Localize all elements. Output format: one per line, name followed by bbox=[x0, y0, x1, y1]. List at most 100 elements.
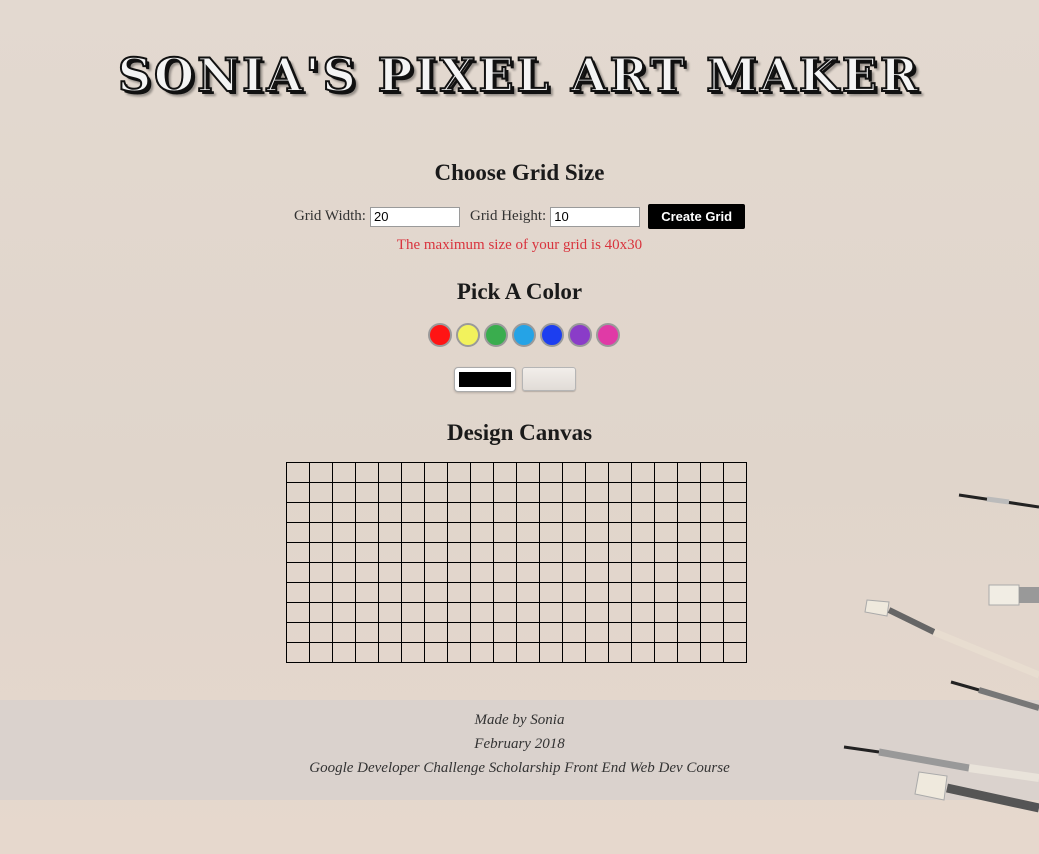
canvas-cell[interactable] bbox=[723, 482, 747, 503]
canvas-cell[interactable] bbox=[493, 602, 517, 623]
canvas-cell[interactable] bbox=[309, 642, 333, 663]
canvas-cell[interactable] bbox=[401, 562, 425, 583]
canvas-cell[interactable] bbox=[700, 482, 724, 503]
canvas-cell[interactable] bbox=[631, 482, 655, 503]
canvas-cell[interactable] bbox=[401, 522, 425, 543]
canvas-cell[interactable] bbox=[677, 622, 701, 643]
canvas-cell[interactable] bbox=[562, 462, 586, 483]
canvas-cell[interactable] bbox=[424, 502, 448, 523]
canvas-cell[interactable] bbox=[608, 522, 632, 543]
canvas-cell[interactable] bbox=[654, 582, 678, 603]
canvas-cell[interactable] bbox=[309, 502, 333, 523]
canvas-cell[interactable] bbox=[447, 582, 471, 603]
canvas-cell[interactable] bbox=[309, 522, 333, 543]
canvas-cell[interactable] bbox=[677, 542, 701, 563]
canvas-cell[interactable] bbox=[723, 502, 747, 523]
canvas-cell[interactable] bbox=[723, 642, 747, 663]
canvas-cell[interactable] bbox=[516, 482, 540, 503]
canvas-cell[interactable] bbox=[424, 482, 448, 503]
canvas-cell[interactable] bbox=[700, 602, 724, 623]
canvas-cell[interactable] bbox=[378, 602, 402, 623]
canvas-cell[interactable] bbox=[585, 502, 609, 523]
canvas-cell[interactable] bbox=[286, 462, 310, 483]
canvas-cell[interactable] bbox=[585, 562, 609, 583]
canvas-cell[interactable] bbox=[677, 462, 701, 483]
canvas-cell[interactable] bbox=[631, 622, 655, 643]
canvas-cell[interactable] bbox=[562, 542, 586, 563]
canvas-cell[interactable] bbox=[654, 602, 678, 623]
pixel-canvas[interactable] bbox=[286, 462, 747, 663]
grid-height-input[interactable] bbox=[550, 206, 641, 227]
canvas-cell[interactable] bbox=[355, 482, 379, 503]
canvas-cell[interactable] bbox=[355, 462, 379, 483]
canvas-cell[interactable] bbox=[424, 642, 448, 663]
color-swatch-pink[interactable] bbox=[596, 323, 620, 347]
canvas-cell[interactable] bbox=[723, 462, 747, 483]
canvas-cell[interactable] bbox=[677, 562, 701, 583]
canvas-cell[interactable] bbox=[562, 482, 586, 503]
canvas-cell[interactable] bbox=[332, 582, 356, 603]
canvas-cell[interactable] bbox=[516, 502, 540, 523]
canvas-cell[interactable] bbox=[539, 582, 563, 603]
canvas-cell[interactable] bbox=[401, 462, 425, 483]
canvas-cell[interactable] bbox=[401, 582, 425, 603]
canvas-cell[interactable] bbox=[654, 502, 678, 523]
canvas-cell[interactable] bbox=[286, 502, 310, 523]
canvas-cell[interactable] bbox=[539, 602, 563, 623]
canvas-cell[interactable] bbox=[286, 522, 310, 543]
canvas-cell[interactable] bbox=[401, 602, 425, 623]
canvas-cell[interactable] bbox=[470, 462, 494, 483]
eraser-button[interactable] bbox=[522, 367, 576, 391]
canvas-cell[interactable] bbox=[562, 622, 586, 643]
canvas-cell[interactable] bbox=[470, 522, 494, 543]
canvas-cell[interactable] bbox=[309, 622, 333, 643]
canvas-cell[interactable] bbox=[401, 482, 425, 503]
canvas-cell[interactable] bbox=[700, 522, 724, 543]
canvas-cell[interactable] bbox=[470, 582, 494, 603]
canvas-cell[interactable] bbox=[516, 462, 540, 483]
canvas-cell[interactable] bbox=[447, 502, 471, 523]
canvas-cell[interactable] bbox=[608, 502, 632, 523]
canvas-cell[interactable] bbox=[585, 542, 609, 563]
canvas-cell[interactable] bbox=[700, 462, 724, 483]
canvas-cell[interactable] bbox=[562, 522, 586, 543]
canvas-cell[interactable] bbox=[378, 542, 402, 563]
canvas-cell[interactable] bbox=[631, 582, 655, 603]
canvas-cell[interactable] bbox=[470, 542, 494, 563]
color-picker-input[interactable] bbox=[454, 367, 516, 392]
canvas-cell[interactable] bbox=[654, 622, 678, 643]
canvas-cell[interactable] bbox=[309, 462, 333, 483]
canvas-cell[interactable] bbox=[539, 642, 563, 663]
canvas-cell[interactable] bbox=[309, 542, 333, 563]
canvas-cell[interactable] bbox=[286, 542, 310, 563]
canvas-cell[interactable] bbox=[493, 482, 517, 503]
canvas-cell[interactable] bbox=[447, 482, 471, 503]
canvas-cell[interactable] bbox=[286, 582, 310, 603]
canvas-cell[interactable] bbox=[286, 482, 310, 503]
canvas-cell[interactable] bbox=[424, 462, 448, 483]
canvas-cell[interactable] bbox=[355, 542, 379, 563]
color-swatch-blue[interactable] bbox=[540, 323, 564, 347]
canvas-cell[interactable] bbox=[401, 502, 425, 523]
color-swatch-red[interactable] bbox=[428, 323, 452, 347]
canvas-cell[interactable] bbox=[493, 642, 517, 663]
canvas-cell[interactable] bbox=[332, 642, 356, 663]
canvas-cell[interactable] bbox=[401, 642, 425, 663]
canvas-cell[interactable] bbox=[654, 462, 678, 483]
canvas-cell[interactable] bbox=[700, 622, 724, 643]
canvas-cell[interactable] bbox=[516, 582, 540, 603]
canvas-cell[interactable] bbox=[332, 522, 356, 543]
canvas-cell[interactable] bbox=[401, 542, 425, 563]
canvas-cell[interactable] bbox=[723, 602, 747, 623]
canvas-cell[interactable] bbox=[424, 542, 448, 563]
canvas-cell[interactable] bbox=[493, 562, 517, 583]
canvas-cell[interactable] bbox=[723, 622, 747, 643]
canvas-cell[interactable] bbox=[539, 462, 563, 483]
canvas-cell[interactable] bbox=[470, 502, 494, 523]
canvas-cell[interactable] bbox=[539, 622, 563, 643]
canvas-cell[interactable] bbox=[516, 542, 540, 563]
canvas-cell[interactable] bbox=[378, 562, 402, 583]
canvas-cell[interactable] bbox=[700, 502, 724, 523]
canvas-cell[interactable] bbox=[378, 522, 402, 543]
canvas-cell[interactable] bbox=[332, 622, 356, 643]
